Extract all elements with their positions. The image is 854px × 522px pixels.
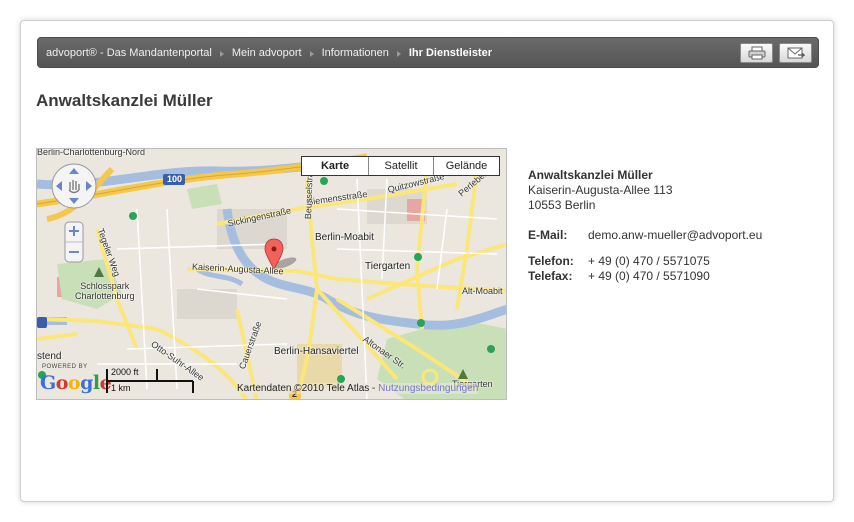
content-panel: advoport® - Das Mandantenportal Mein adv… (20, 20, 834, 502)
email-value[interactable]: demo.anw-mueller@advoport.eu (588, 228, 762, 243)
printer-icon (748, 46, 765, 60)
minus-icon (69, 251, 79, 253)
breadcrumb-separator-icon (219, 51, 224, 57)
scale-imperial: 2000 ft (111, 367, 139, 377)
contact-info: Anwaltskanzlei Müller Kaiserin-Augusta-A… (528, 168, 762, 284)
google-wordmark: Google (40, 372, 112, 394)
phone-value: + 49 (0) 470 / 5571075 (588, 254, 710, 268)
map-view[interactable]: Berlin-Charlottenburg-Nord 100 Sickingen… (36, 148, 507, 400)
map-type-switcher: Karte Satellit Gelände (301, 156, 500, 176)
map-zoom-control (64, 221, 84, 263)
map-label-charlottenburg-nord: Berlin-Charlottenburg-Nord (37, 148, 146, 157)
email-row: E-Mail: demo.anw-mueller@advoport.eu (528, 228, 762, 243)
map-type-gelaende-button[interactable]: Gelände (433, 157, 499, 175)
map-label-berlin-moabit: Berlin-Moabit (315, 232, 374, 243)
contact-name: Anwaltskanzlei Müller (528, 168, 653, 182)
map-type-karte-button[interactable]: Karte (302, 157, 368, 175)
breadcrumb-separator-icon (396, 51, 401, 57)
nav-bar: advoport® - Das Mandantenportal Mein adv… (37, 37, 819, 68)
breadcrumb-separator-icon (309, 51, 314, 57)
map-label-road-100: 100 (167, 174, 183, 184)
map-pan-control[interactable] (50, 162, 98, 210)
breadcrumb-item-portal[interactable]: advoport® - Das Mandantenportal (46, 47, 212, 59)
phone-label: Telefon: (528, 254, 574, 268)
google-logo: POWERED BY Google (40, 364, 112, 396)
map-copyright: Kartendaten ©2010 Tele Atlas - Nutzungsb… (237, 383, 479, 394)
breadcrumb-item-current: Ihr Dienstleister (408, 46, 492, 59)
page-title: Anwaltskanzlei Müller (36, 91, 213, 110)
contact-street: Kaiserin-Augusta-Allee 113 (528, 183, 673, 197)
plus-icon (69, 226, 79, 236)
print-button[interactable] (740, 43, 773, 63)
map-label-tiergarten: Tiergarten (365, 261, 411, 272)
copyright-text: Kartendaten ©2010 Tele Atlas - (237, 383, 379, 394)
envelope-icon (787, 47, 805, 59)
email-button[interactable] (779, 43, 812, 63)
email-label: E-Mail: (528, 228, 568, 242)
map-label-berlin-hansaviertel: Berlin-Hansaviertel (274, 346, 359, 357)
breadcrumb-item-mein-advoport[interactable]: Mein advoport (232, 47, 302, 59)
pan-control-icon (51, 163, 97, 209)
map-label-alt-moabit: Alt-Moabit (462, 286, 503, 296)
map-type-satellit-button[interactable]: Satellit (368, 157, 433, 175)
map-scale-bar: 2000 ft 1 km (105, 367, 197, 395)
breadcrumb-item-informationen[interactable]: Informationen (322, 47, 389, 59)
fax-label: Telefax: (528, 269, 573, 283)
contact-city: 10553 Berlin (528, 198, 596, 212)
phone-row: Telefon: + 49 (0) 470 / 5571075 (528, 254, 762, 269)
scale-metric: 1 km (111, 383, 131, 393)
fax-value: + 49 (0) 470 / 5571090 (588, 269, 710, 283)
zoom-in-button[interactable] (64, 221, 84, 241)
terms-link[interactable]: Nutzungsbedingungen (378, 383, 478, 394)
map-label-stend: stend (37, 351, 62, 362)
map-label-schlosspark: Schlosspark Charlottenburg (75, 281, 135, 301)
powered-by-label: POWERED BY (42, 364, 88, 370)
zoom-out-button[interactable] (64, 242, 84, 262)
breadcrumb: advoport® - Das Mandantenportal Mein adv… (46, 38, 492, 67)
fax-row: Telefax: + 49 (0) 470 / 5571090 (528, 269, 762, 284)
